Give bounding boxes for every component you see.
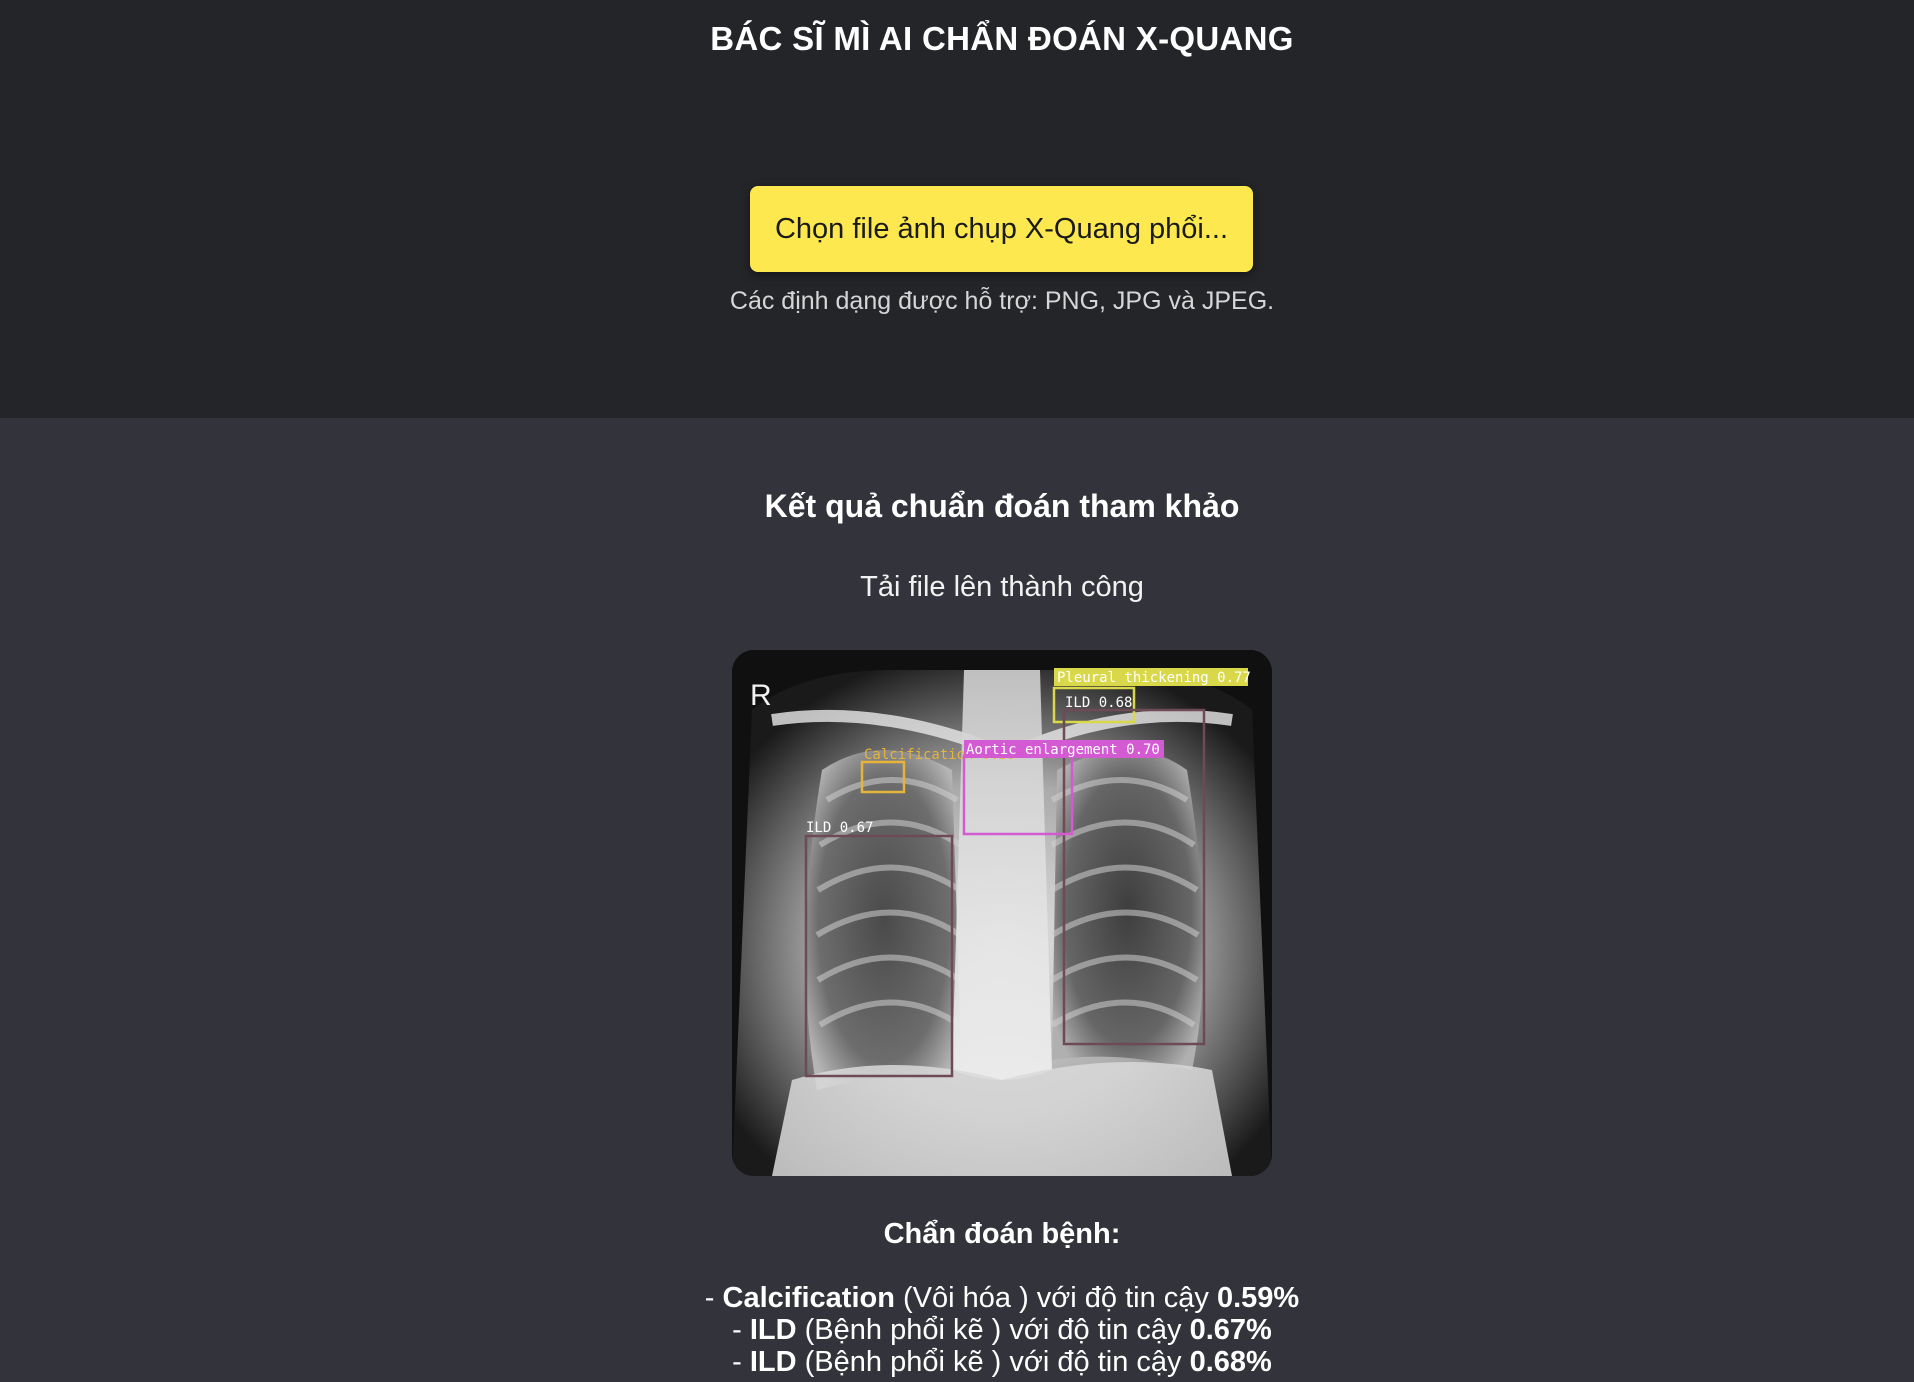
diagnosis-prefix: - [704, 1282, 723, 1314]
diagnosis-item: - ILD (Bệnh phổi kẽ ) với độ tin cậy 0.6… [0, 1314, 1914, 1346]
results-title: Kết quả chuẩn đoán tham khảo [764, 488, 1240, 524]
upload-status: Tải file lên thành công [860, 571, 1144, 603]
app-title: BÁC SĨ MÌ AI CHẨN ĐOÁN X-QUANG [710, 20, 1294, 57]
xray-canvas: R Pleural thickening 0.77 ILD 0.68 Calci… [732, 650, 1272, 1176]
label-aortic-enlargement: Aortic enlargement 0.70 [966, 742, 1160, 758]
label-ild-067: ILD 0.67 [806, 820, 873, 836]
diagnosis-title: Chẩn đoán bệnh: [883, 1218, 1121, 1250]
side-marker: R [750, 679, 772, 712]
diagnosis-name: Calcification [722, 1282, 895, 1314]
diagnosis-item: - Calcification (Vôi hóa ) với độ tin cậ… [0, 1282, 1914, 1314]
diagnosis-confidence: 0.67% [1189, 1314, 1272, 1346]
diagnosis-name: ILD [749, 1314, 797, 1346]
diagnosis-item: - ILD (Bệnh phổi kẽ ) với độ tin cậy 0.6… [0, 1346, 1914, 1378]
diagnosis-desc: (Bệnh phổi kẽ ) với độ tin cậy [796, 1314, 1190, 1346]
upload-section: BÁC SĨ MÌ AI CHẨN ĐOÁN X-QUANG Chọn file… [0, 0, 1914, 418]
diagnosis-confidence: 0.59% [1216, 1282, 1300, 1314]
diagnosis-confidence: 0.68% [1189, 1346, 1272, 1378]
diagnosis-desc: (Vôi hóa ) với độ tin cậy [894, 1282, 1217, 1314]
supported-formats-note: Các định dạng được hỗ trợ: PNG, JPG và J… [729, 287, 1275, 315]
mediastinum [952, 670, 1052, 1080]
diagnosis-name: ILD [749, 1346, 797, 1378]
diagnosis-desc: (Bệnh phổi kẽ ) với độ tin cậy [796, 1346, 1190, 1378]
label-pleural-thickening: Pleural thickening 0.77 [1057, 670, 1251, 686]
choose-file-button[interactable]: Chọn file ảnh chụp X-Quang phổi... [750, 186, 1253, 272]
xray-image: R Pleural thickening 0.77 ILD 0.68 Calci… [732, 650, 1272, 1176]
diagnosis-prefix: - [732, 1314, 750, 1346]
diagnosis-list: - Calcification (Vôi hóa ) với độ tin cậ… [0, 1282, 1914, 1378]
label-ild-068: ILD 0.68 [1065, 695, 1132, 711]
diagnosis-prefix: - [732, 1346, 750, 1378]
